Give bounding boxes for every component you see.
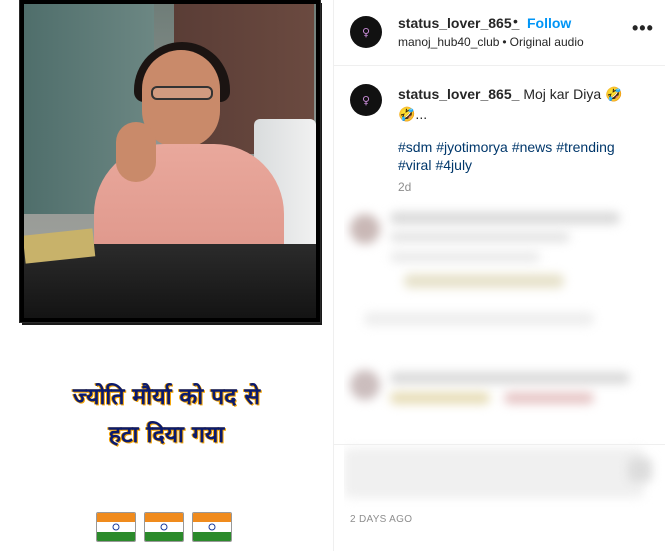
video-caption: ज्योति मौर्या को पद से हटा दिया गया <box>0 378 333 454</box>
subline-separator: • <box>502 35 507 49</box>
blurred-comment <box>404 274 564 288</box>
profile-logo-icon: ♀ <box>361 25 371 39</box>
hashtag-link[interactable]: #jyotimorya <box>436 139 508 155</box>
flag-row <box>96 512 241 542</box>
header-separator: • <box>513 13 518 29</box>
blurred-comment <box>628 458 652 482</box>
post-date[interactable]: 2 DAYS AGO <box>350 514 412 525</box>
blurred-comment <box>504 392 594 404</box>
caption-username[interactable]: status_lover_865_ <box>398 86 519 102</box>
post-header: ♀ status_lover_865_ • Follow manoj_hub40… <box>334 0 665 66</box>
india-flag-icon <box>144 512 184 542</box>
header-subline: manoj_hub40_club • Original audio <box>398 35 584 49</box>
india-flag-icon <box>96 512 136 542</box>
hashtag-link[interactable]: #4july <box>435 157 472 173</box>
video-frame[interactable] <box>20 0 320 322</box>
blurred-comment <box>390 232 570 242</box>
blurred-comment <box>390 252 540 262</box>
caption-text-block: status_lover_865_ Moj kar Diya 🤣 🤣... <box>398 84 648 124</box>
blurred-avatar <box>350 370 380 400</box>
video-caption-line2: हटा दिया गया <box>108 422 225 448</box>
blurred-comment <box>344 448 644 498</box>
header-username[interactable]: status_lover_865_ <box>398 15 519 31</box>
blurred-comment <box>390 392 490 404</box>
comments-list[interactable] <box>344 192 665 512</box>
blurred-comment <box>390 212 620 224</box>
caption-text-more[interactable]: 🤣... <box>398 106 427 122</box>
more-horizontal-icon[interactable]: ••• <box>632 18 654 39</box>
caption-avatar[interactable]: ♀ <box>350 84 382 116</box>
india-flag-icon <box>192 512 232 542</box>
video-caption-line1: ज्योति मौर्या को पद से <box>72 384 260 410</box>
hashtag-link[interactable]: #news <box>512 139 552 155</box>
post-media[interactable]: ज्योति मौर्या को पद से हटा दिया गया <box>0 0 333 551</box>
collab-username[interactable]: manoj_hub40_club <box>398 35 499 49</box>
avatar[interactable]: ♀ <box>350 16 382 48</box>
blurred-comment <box>364 312 594 326</box>
section-divider <box>334 444 665 445</box>
follow-button[interactable]: Follow <box>527 15 571 31</box>
hashtag-list: #sdm #jyotimorya #news #trending #viral #4ju… <box>398 138 648 174</box>
blurred-comment <box>390 372 630 384</box>
hashtag-link[interactable]: #sdm <box>398 139 432 155</box>
audio-link[interactable]: Original audio <box>510 35 584 49</box>
video-still <box>24 4 316 318</box>
caption-text: Moj kar Diya 🤣 <box>523 86 623 102</box>
profile-logo-icon: ♀ <box>361 93 371 107</box>
hashtag-link[interactable]: #viral <box>398 157 431 173</box>
blurred-avatar <box>350 214 380 244</box>
hashtag-link[interactable]: #trending <box>556 139 614 155</box>
panel-divider <box>333 0 334 551</box>
